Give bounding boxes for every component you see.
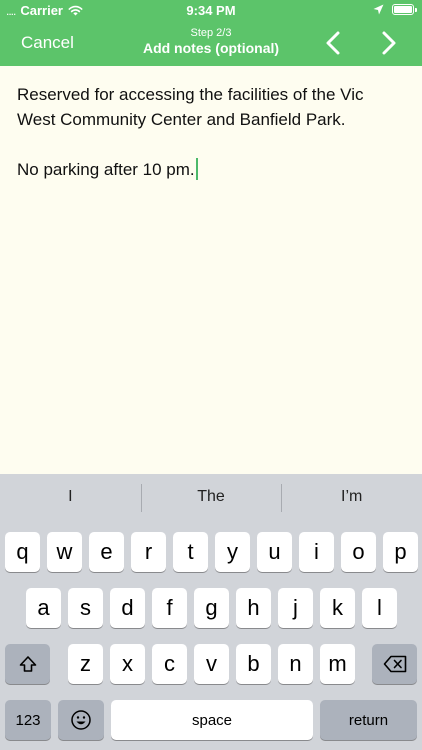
key-w[interactable]: w	[47, 532, 82, 572]
key-t[interactable]: t	[173, 532, 208, 572]
key-y[interactable]: y	[215, 532, 250, 572]
space-key[interactable]: space	[111, 700, 313, 740]
nav-header: .... Carrier 9:34 PM Cancel Step 2/3 Add…	[0, 0, 422, 66]
cancel-button[interactable]: Cancel	[21, 33, 74, 53]
key-b[interactable]: b	[236, 644, 271, 684]
notes-paragraph-last: No parking after 10 pm.	[17, 157, 405, 182]
key-q[interactable]: q	[5, 532, 40, 572]
shift-icon	[19, 656, 36, 672]
key-k[interactable]: k	[320, 588, 355, 628]
location-icon	[373, 4, 384, 15]
key-s[interactable]: s	[68, 588, 103, 628]
key-a[interactable]: a	[26, 588, 61, 628]
numbers-key[interactable]: 123	[5, 700, 51, 740]
key-e[interactable]: e	[89, 532, 124, 572]
delete-icon	[383, 655, 406, 673]
key-u[interactable]: u	[257, 532, 292, 572]
key-r[interactable]: r	[131, 532, 166, 572]
delete-key[interactable]	[372, 644, 417, 684]
key-p[interactable]: p	[383, 532, 418, 572]
return-key[interactable]: return	[320, 700, 417, 740]
status-bar: .... Carrier 9:34 PM	[0, 0, 422, 22]
next-step-button[interactable]	[374, 29, 402, 57]
suggestion-bar: I The I’m	[0, 474, 422, 520]
key-l[interactable]: l	[362, 588, 397, 628]
shift-key[interactable]	[5, 644, 50, 684]
key-h[interactable]: h	[236, 588, 271, 628]
status-time: 9:34 PM	[186, 3, 236, 18]
key-n[interactable]: n	[278, 644, 313, 684]
status-right	[373, 4, 417, 15]
notes-text: No parking after 10 pm.	[17, 160, 195, 179]
key-m[interactable]: m	[320, 644, 355, 684]
keyboard: I The I’m qwertyuiop asdfghjkl zxcvbnm 123…	[0, 474, 422, 750]
suggestion-item[interactable]: I	[0, 488, 141, 506]
key-d[interactable]: d	[110, 588, 145, 628]
key-i[interactable]: i	[299, 532, 334, 572]
key-z[interactable]: z	[68, 644, 103, 684]
previous-step-button[interactable]	[320, 29, 348, 57]
key-v[interactable]: v	[194, 644, 229, 684]
key-f[interactable]: f	[152, 588, 187, 628]
notes-textarea[interactable]: Reserved for accessing the facilities of…	[0, 66, 422, 474]
battery-icon	[392, 4, 417, 15]
suggestion-item[interactable]: I’m	[281, 484, 422, 512]
notes-paragraph: Reserved for accessing the facilities of…	[17, 85, 364, 129]
key-j[interactable]: j	[278, 588, 313, 628]
emoji-key[interactable]	[58, 700, 104, 740]
text-caret	[195, 158, 198, 180]
key-g[interactable]: g	[194, 588, 229, 628]
key-c[interactable]: c	[152, 644, 187, 684]
suggestion-item[interactable]: The	[140, 484, 282, 512]
key-o[interactable]: o	[341, 532, 376, 572]
key-x[interactable]: x	[110, 644, 145, 684]
emoji-icon	[71, 710, 91, 730]
